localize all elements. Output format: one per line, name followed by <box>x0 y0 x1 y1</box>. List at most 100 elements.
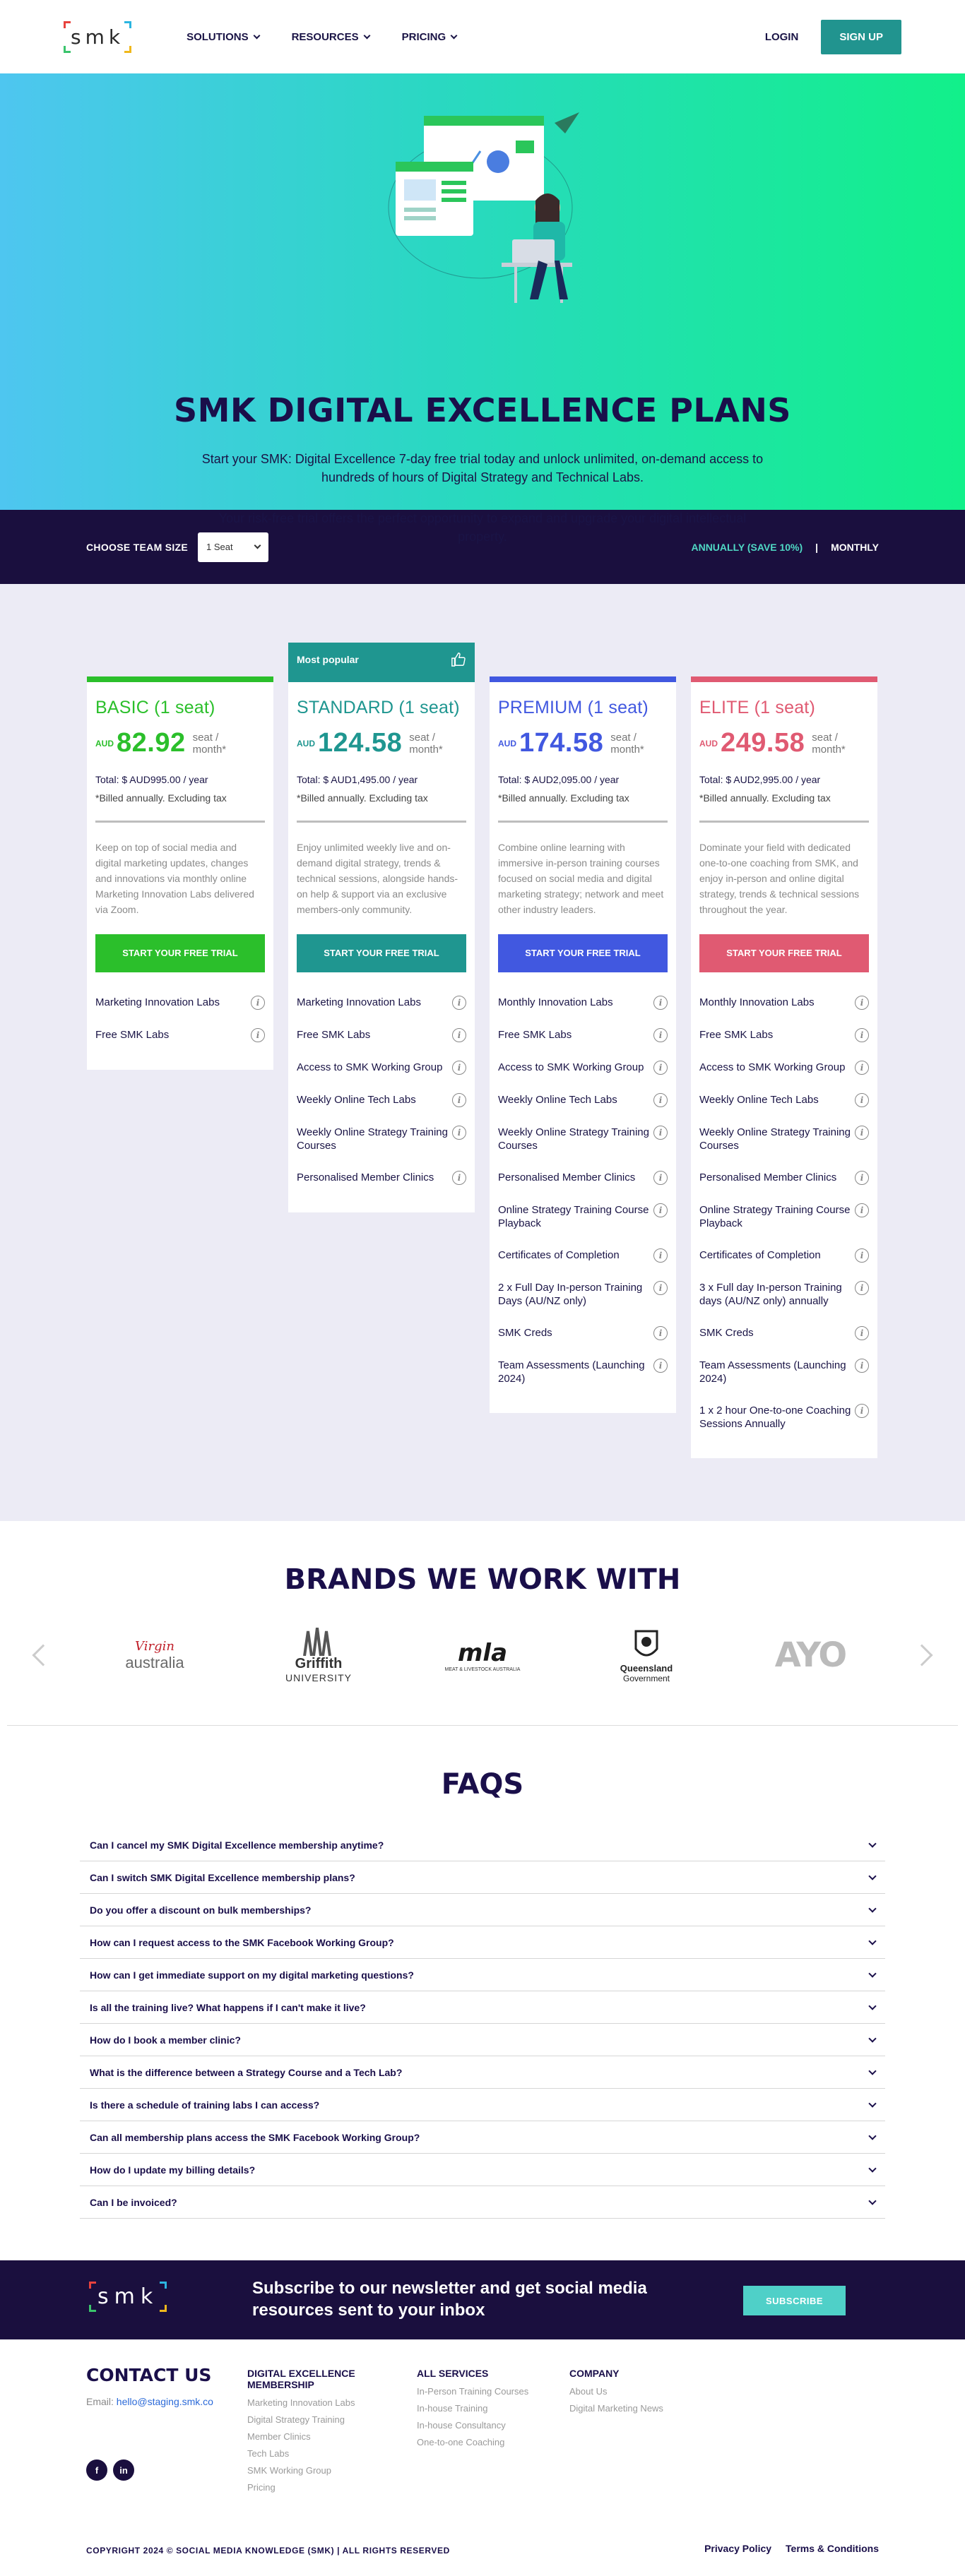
info-icon[interactable]: i <box>653 1248 668 1263</box>
faq-item[interactable]: Can I cancel my SMK Digital Excellence m… <box>80 1829 885 1861</box>
info-icon[interactable]: i <box>452 1028 466 1042</box>
faq-question: What is the difference between a Strateg… <box>90 2066 403 2078</box>
info-icon[interactable]: i <box>855 1404 869 1418</box>
footer-link[interactable]: One-to-one Coaching <box>417 2434 551 2451</box>
info-icon[interactable]: i <box>452 1061 466 1075</box>
info-icon[interactable]: i <box>452 1093 466 1107</box>
feature-item: Online Strategy Training Course Playback… <box>699 1198 869 1244</box>
email-link[interactable]: hello@staging.smk.co <box>117 2396 213 2407</box>
facebook-icon[interactable]: f <box>86 2459 107 2481</box>
brand-griffith-university: Griffith UNIVERSITY <box>259 1620 379 1690</box>
terms-link[interactable]: Terms & Conditions <box>786 2543 879 2554</box>
subscribe-button[interactable]: SUBSCRIBE <box>743 2286 846 2315</box>
footer-link[interactable]: In-house Consultancy <box>417 2417 551 2434</box>
info-icon[interactable]: i <box>653 1126 668 1140</box>
info-icon[interactable]: i <box>653 1203 668 1217</box>
hero-trial-note: Your risk-free trial offers the perfect … <box>218 511 747 544</box>
info-icon[interactable]: i <box>653 1359 668 1373</box>
smk-logo[interactable]: smk <box>64 20 132 53</box>
signup-button[interactable]: SIGN UP <box>821 19 901 54</box>
info-icon[interactable]: i <box>653 1281 668 1295</box>
faq-item[interactable]: Is there a schedule of training labs I c… <box>80 2089 885 2121</box>
start-trial-button[interactable]: START YOUR FREE TRIAL <box>699 934 869 972</box>
info-icon[interactable]: i <box>855 1126 869 1140</box>
feature-label: Personalised Member Clinics <box>699 1171 837 1183</box>
linkedin-icon[interactable]: in <box>113 2459 134 2481</box>
footer-link[interactable]: In-house Training <box>417 2400 551 2417</box>
logo-text: smk <box>71 25 125 49</box>
faq-item[interactable]: How can I request access to the SMK Face… <box>80 1926 885 1959</box>
faq-item[interactable]: Can I switch SMK Digital Excellence memb… <box>80 1861 885 1894</box>
divider <box>95 821 265 823</box>
info-icon[interactable]: i <box>653 1061 668 1075</box>
info-icon[interactable]: i <box>855 1093 869 1107</box>
info-icon[interactable]: i <box>251 996 265 1010</box>
feature-item: Team Assessments (Launching 2024) i <box>699 1354 869 1399</box>
start-trial-button[interactable]: START YOUR FREE TRIAL <box>297 934 466 972</box>
footer-link[interactable]: In-Person Training Courses <box>417 2383 551 2400</box>
footer-smk-logo[interactable]: smk <box>89 2282 167 2312</box>
carousel-next-icon[interactable] <box>911 1644 933 1666</box>
feature-item: Weekly Online Tech Labs i <box>297 1088 466 1121</box>
contact-title: CONTACT US <box>86 2365 212 2385</box>
privacy-link[interactable]: Privacy Policy <box>704 2543 771 2554</box>
billing-monthly[interactable]: MONTHLY <box>831 542 879 553</box>
info-icon[interactable]: i <box>855 1281 869 1295</box>
faq-item[interactable]: Can all membership plans access the SMK … <box>80 2121 885 2154</box>
footer-link[interactable]: Digital Strategy Training <box>247 2411 381 2428</box>
info-icon[interactable]: i <box>452 996 466 1010</box>
info-icon[interactable]: i <box>653 1171 668 1185</box>
footer-link[interactable]: Member Clinics <box>247 2428 381 2445</box>
faq-item[interactable]: What is the difference between a Strateg… <box>80 2056 885 2089</box>
footer-link[interactable]: Tech Labs <box>247 2445 381 2462</box>
nav-pricing[interactable]: PRICING <box>402 31 458 43</box>
start-trial-button[interactable]: START YOUR FREE TRIAL <box>498 934 668 972</box>
feature-label: Access to SMK Working Group <box>297 1061 443 1073</box>
faq-question: Can all membership plans access the SMK … <box>90 2131 420 2143</box>
info-icon[interactable]: i <box>855 1203 869 1217</box>
feature-item: Access to SMK Working Group i <box>498 1056 668 1088</box>
feature-label: Monthly Innovation Labs <box>498 996 613 1008</box>
brand-mla-text: mla <box>457 1638 508 1667</box>
faq-item[interactable]: Is all the training live? What happens i… <box>80 1991 885 2024</box>
info-icon[interactable]: i <box>855 1061 869 1075</box>
info-icon[interactable]: i <box>855 1359 869 1373</box>
feature-label: Team Assessments (Launching 2024) <box>498 1359 645 1385</box>
plan-card-2: PREMIUM (1 seat) AUD 174.58 seat / month* To… <box>490 676 676 1413</box>
info-icon[interactable]: i <box>855 1326 869 1340</box>
faq-item[interactable]: Do you offer a discount on bulk membersh… <box>80 1894 885 1926</box>
info-icon[interactable]: i <box>653 996 668 1010</box>
email-label: Email: <box>86 2396 114 2407</box>
info-icon[interactable]: i <box>855 1248 869 1263</box>
footer-link[interactable]: Pricing <box>247 2479 381 2496</box>
faq-item[interactable]: How do I book a member clinic? <box>80 2024 885 2056</box>
plan-price: 249.58 <box>721 728 805 758</box>
info-icon[interactable]: i <box>251 1028 265 1042</box>
info-icon[interactable]: i <box>855 996 869 1010</box>
chevron-down-icon <box>868 2196 877 2205</box>
info-icon[interactable]: i <box>653 1093 668 1107</box>
faq-item[interactable]: How can I get immediate support on my di… <box>80 1959 885 1991</box>
info-icon[interactable]: i <box>653 1028 668 1042</box>
info-icon[interactable]: i <box>452 1171 466 1185</box>
feature-label: Marketing Innovation Labs <box>95 996 220 1008</box>
login-link[interactable]: LOGIN <box>765 31 799 43</box>
faq-item[interactable]: Can I be invoiced? <box>80 2186 885 2219</box>
plan-name: STANDARD (1 seat) <box>297 698 460 717</box>
nav-resources[interactable]: RESOURCES <box>292 31 371 43</box>
info-icon[interactable]: i <box>653 1326 668 1340</box>
footer-link[interactable]: SMK Working Group <box>247 2462 381 2479</box>
info-icon[interactable]: i <box>855 1171 869 1185</box>
info-icon[interactable]: i <box>452 1126 466 1140</box>
footer-link[interactable]: About Us <box>569 2383 704 2400</box>
faq-item[interactable]: How do I update my billing details? <box>80 2154 885 2186</box>
info-icon[interactable]: i <box>855 1028 869 1042</box>
footer-link[interactable]: Digital Marketing News <box>569 2400 704 2417</box>
carousel-prev-icon[interactable] <box>32 1644 54 1666</box>
footer-link[interactable]: Marketing Innovation Labs <box>247 2395 381 2411</box>
feature-item: Marketing Innovation Labs i <box>95 991 265 1023</box>
start-trial-button[interactable]: START YOUR FREE TRIAL <box>95 934 265 972</box>
plan-price: 82.92 <box>117 728 186 758</box>
feature-item: SMK Creds i <box>498 1321 668 1354</box>
nav-solutions[interactable]: SOLUTIONS <box>187 31 261 43</box>
